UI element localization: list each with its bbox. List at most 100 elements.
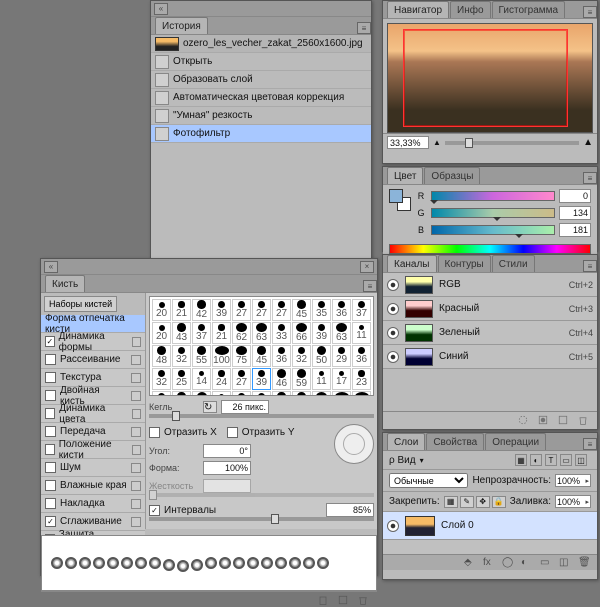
layer-row[interactable]: Слой 0 [383, 512, 597, 540]
lock-icon[interactable] [131, 427, 141, 437]
lock-position-icon[interactable]: ✥ [476, 496, 490, 508]
visibility-eye-icon[interactable] [387, 520, 399, 532]
brush-tip[interactable]: 48 [152, 345, 171, 367]
option-checkbox[interactable] [45, 408, 55, 419]
history-source-row[interactable]: ozero_les_vecher_zakat_2560x1600.jpg [151, 35, 371, 53]
panel-menu-icon[interactable]: ≡ [583, 6, 597, 18]
brush-option[interactable]: Влажные края [41, 477, 145, 495]
brush-tip[interactable]: 62 [232, 322, 251, 344]
new-layer-icon[interactable]: ◫ [559, 557, 570, 568]
link-icon[interactable]: ⬘ [464, 557, 475, 568]
lock-pixels-icon[interactable]: ✎ [460, 496, 474, 508]
brush-tip[interactable]: 50 [312, 345, 331, 367]
panel-menu-icon[interactable]: ≡ [583, 438, 597, 450]
brush-tip-grid[interactable]: 2021423927272745353637204337216263336639… [149, 296, 374, 396]
flip-icon[interactable]: ↻ [203, 401, 217, 413]
history-step[interactable]: Открыть [151, 53, 371, 71]
spacing-input[interactable]: 85% [326, 503, 374, 517]
option-checkbox[interactable]: ✓ [45, 336, 55, 347]
new-channel-icon[interactable] [557, 414, 569, 426]
brush-tip[interactable]: 23 [352, 368, 371, 390]
adjustment-icon[interactable]: ◐ [521, 557, 532, 568]
new-icon[interactable] [337, 594, 349, 606]
brush-tip[interactable]: 20 [152, 299, 171, 321]
lock-icon[interactable] [131, 499, 141, 509]
brush-tip[interactable]: 14 [192, 368, 211, 390]
option-checkbox[interactable]: ✓ [45, 516, 56, 527]
panel-menu-icon[interactable]: ≡ [583, 172, 597, 184]
b-input[interactable]: 181 [559, 223, 591, 237]
channel-row[interactable]: ЗеленыйCtrl+4 [383, 321, 597, 345]
mask-icon[interactable]: ◯ [502, 557, 513, 568]
brush-presets-button[interactable]: Наборы кистей [44, 296, 117, 312]
brush-tip[interactable]: 32 [152, 368, 171, 390]
brush-tip[interactable]: 36 [352, 345, 371, 367]
brush-tip[interactable]: 39 [252, 368, 271, 390]
lock-icon[interactable] [132, 337, 141, 347]
brush-tip[interactable]: 29 [332, 345, 351, 367]
filter-adjust-icon[interactable]: ◐ [530, 454, 542, 466]
option-checkbox[interactable] [45, 498, 56, 509]
lock-icon[interactable] [131, 373, 141, 383]
brush-tip[interactable]: 100 [212, 345, 231, 367]
color-ramp[interactable] [389, 244, 591, 254]
brush-tip[interactable]: 42 [272, 391, 291, 396]
brush-titlebar[interactable]: « × [41, 259, 377, 275]
brush-tip[interactable]: 55 [192, 345, 211, 367]
fx-icon[interactable]: fx [483, 557, 494, 568]
history-titlebar[interactable]: « [151, 1, 371, 17]
option-checkbox[interactable] [45, 372, 56, 383]
brush-tip[interactable]: 39 [212, 299, 231, 321]
spacing-checkbox[interactable]: ✓ [149, 505, 160, 516]
brush-tip[interactable]: 17 [332, 368, 351, 390]
tab-styles[interactable]: Стили [492, 255, 535, 272]
brush-tip[interactable]: 20 [152, 322, 171, 344]
collapse-icon[interactable]: « [154, 3, 168, 15]
brush-tip[interactable]: 44 [172, 391, 191, 396]
layer-thumbnail[interactable] [405, 516, 435, 536]
panel-menu-icon[interactable]: ≡ [357, 22, 371, 34]
filter-shape-icon[interactable]: ▭ [560, 454, 572, 466]
g-slider[interactable] [431, 208, 555, 218]
filter-pixel-icon[interactable]: ▦ [515, 454, 527, 466]
visibility-eye-icon[interactable] [387, 303, 399, 315]
brush-tip[interactable]: 11 [352, 322, 371, 344]
kind-dropdown-icon[interactable]: ▾ [420, 456, 424, 465]
tab-color[interactable]: Цвет [387, 167, 423, 184]
collapse-icon[interactable]: « [44, 261, 58, 273]
brush-tip[interactable]: 21 [172, 299, 191, 321]
visibility-eye-icon[interactable] [387, 351, 399, 363]
brush-tip[interactable]: 32 [172, 345, 191, 367]
panel-menu-icon[interactable]: ≡ [583, 260, 597, 272]
opacity-input[interactable]: 100% [555, 474, 591, 487]
history-step[interactable]: Фотофильтр [151, 125, 371, 143]
tab-brush[interactable]: Кисть [45, 275, 85, 292]
brush-tip[interactable]: 63 [332, 322, 351, 344]
lock-icon[interactable] [132, 445, 141, 455]
navigator-viewport-rect[interactable] [403, 29, 568, 127]
angle-roundness-control[interactable] [334, 424, 374, 464]
brush-tip[interactable]: 21 [212, 322, 231, 344]
tab-navigator[interactable]: Навигатор [387, 1, 449, 18]
brush-tip[interactable]: 60 [192, 391, 211, 396]
option-checkbox[interactable] [45, 426, 56, 437]
size-input[interactable]: 26 пикс. [221, 400, 269, 414]
r-input[interactable]: 0 [559, 189, 591, 203]
b-slider[interactable] [431, 225, 555, 235]
option-checkbox[interactable] [45, 444, 55, 455]
brush-tip[interactable]: 75 [232, 345, 251, 367]
lock-icon[interactable] [131, 391, 141, 401]
tab-layers[interactable]: Слои [387, 433, 425, 450]
brush-tip[interactable]: 27 [232, 299, 251, 321]
tab-info[interactable]: Инфо [450, 1, 491, 18]
load-selection-icon[interactable] [517, 414, 529, 426]
brush-tip[interactable]: 36 [332, 299, 351, 321]
visibility-eye-icon[interactable] [387, 279, 399, 291]
brush-tip[interactable]: 27 [252, 299, 271, 321]
brush-tip[interactable]: 37 [192, 322, 211, 344]
brush-tip[interactable]: 59 [292, 368, 311, 390]
brush-tip[interactable]: 70 [312, 391, 331, 396]
brush-option[interactable]: Накладка [41, 495, 145, 513]
zoom-slider[interactable] [445, 141, 579, 145]
lock-icon[interactable] [132, 409, 141, 419]
